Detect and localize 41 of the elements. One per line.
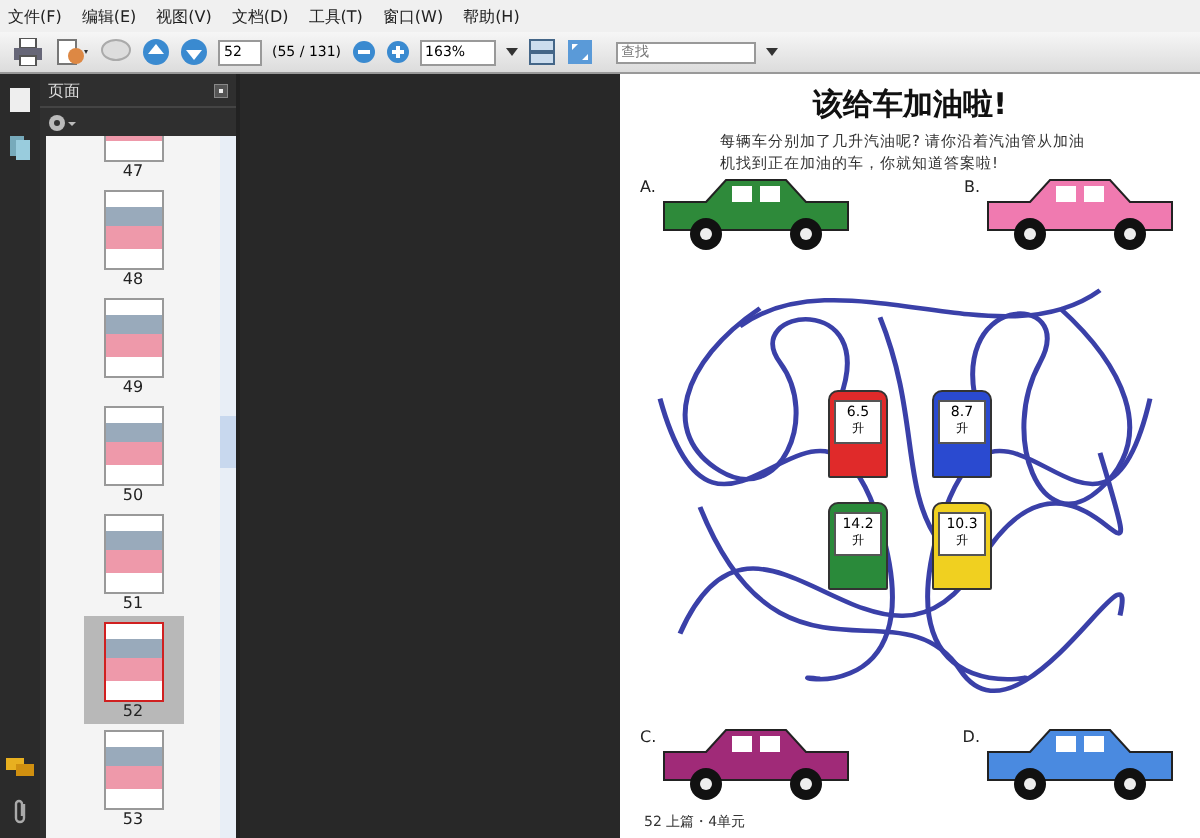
car-label: D.	[962, 728, 980, 746]
menu-item[interactable]: 文档(D)	[231, 5, 289, 27]
document-icon[interactable]	[54, 38, 90, 66]
page-number-label: 52	[122, 702, 144, 722]
page-thumbnail[interactable]	[103, 514, 163, 594]
pages-icon[interactable]	[8, 86, 32, 114]
zoom-out-icon[interactable]	[351, 40, 376, 64]
caret-icon[interactable]	[765, 48, 778, 56]
paperclip-icon[interactable]	[10, 798, 30, 826]
comments-icon[interactable]	[6, 758, 34, 778]
menu-item[interactable]: 文件(F)	[8, 5, 62, 27]
page-thumbnail[interactable]	[103, 298, 163, 378]
page-thumbnail[interactable]	[103, 406, 163, 486]
page-number-label: 47	[122, 162, 144, 182]
page-fit-icon[interactable]	[527, 38, 556, 66]
caret-icon[interactable]	[505, 48, 518, 56]
panel-title: 页面	[48, 79, 80, 101]
page-number-label: 50	[122, 486, 144, 506]
page-thumbnail[interactable]	[103, 730, 163, 810]
fullscreen-icon[interactable]	[565, 38, 594, 66]
page-number-label: 53	[122, 810, 144, 830]
page-title: 该给车加油啦!	[813, 86, 1007, 124]
page-number-label: 51	[122, 594, 144, 614]
menu-item[interactable]: 工具(T)	[308, 5, 363, 27]
menu-item[interactable]: 窗口(W)	[382, 5, 444, 27]
gear-icon[interactable]	[48, 113, 76, 131]
zoom-in-icon[interactable]	[385, 40, 410, 64]
car-label: B.	[963, 178, 980, 196]
page-number-label: 48	[122, 270, 144, 290]
car-label: C.	[640, 728, 657, 746]
menu-item[interactable]: 帮助(H)	[463, 5, 520, 27]
panel-menu-icon[interactable]	[214, 83, 228, 97]
printer-icon[interactable]	[12, 38, 44, 66]
car-label: A.	[640, 178, 656, 196]
page-number-label: 49	[122, 378, 144, 398]
layers-icon[interactable]	[8, 134, 32, 162]
menu-item[interactable]: 视图(V)	[156, 5, 212, 27]
page-thumbnail[interactable]	[103, 622, 163, 702]
menu-item[interactable]: 编辑(E)	[81, 5, 137, 27]
page-thumbnail[interactable]	[103, 190, 163, 270]
scrollbar[interactable]	[220, 136, 236, 838]
